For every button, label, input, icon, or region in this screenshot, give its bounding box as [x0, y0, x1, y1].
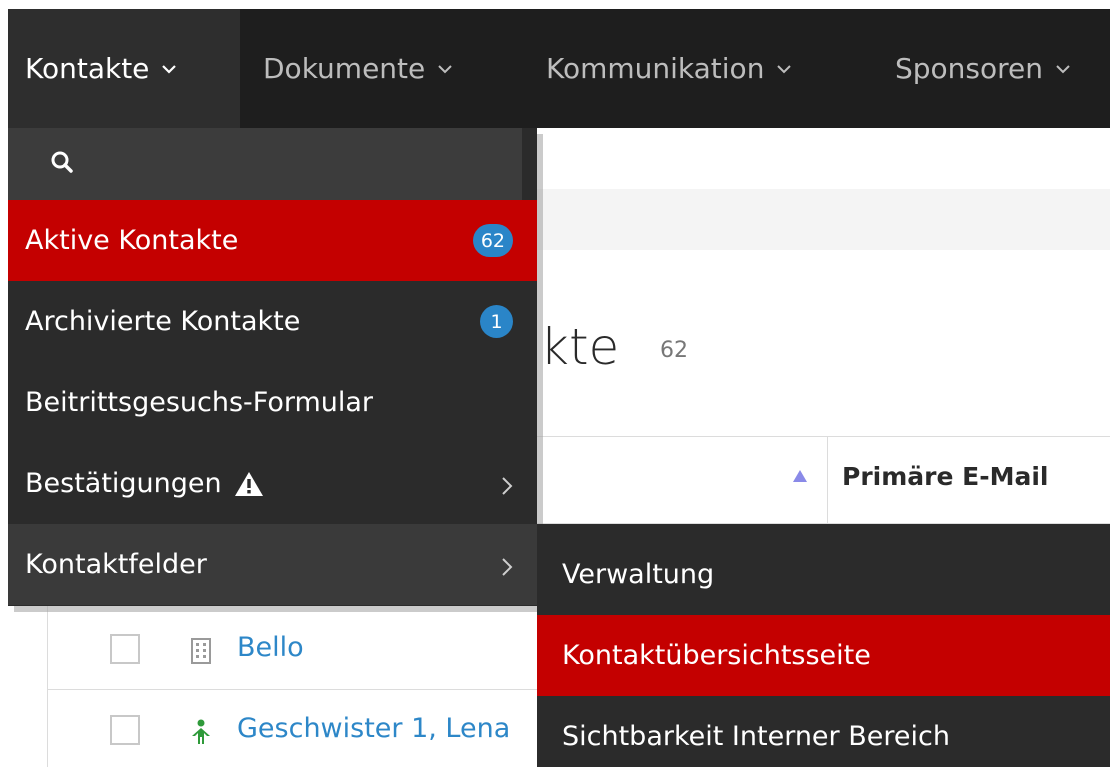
nav-item-label: Sponsoren — [895, 52, 1044, 85]
sort-asc-icon[interactable] — [793, 467, 807, 486]
menu-item-label: Aktive Kontakte — [25, 225, 239, 256]
chevron-down-icon — [161, 64, 177, 74]
menu-search-field[interactable] — [8, 128, 522, 200]
menu-item-beitrittsgesuchs-formular[interactable]: Beitrittsgesuchs-Formular — [8, 362, 537, 443]
table-row: Bello — [48, 610, 538, 690]
menu-scrollbar[interactable] — [522, 128, 537, 200]
submenu-item-label: Verwaltung — [562, 559, 715, 590]
chevron-right-icon — [501, 553, 513, 584]
menu-item-label: Bestätigungen — [25, 468, 222, 499]
column-header-email[interactable]: Primäre E-Mail — [842, 462, 1048, 491]
row-checkbox[interactable] — [110, 634, 140, 664]
menu-item-label: Kontaktfelder — [25, 549, 207, 580]
menu-item-label: Archivierte Kontakte — [25, 306, 301, 337]
nav-item-kontakte[interactable]: Kontakte — [8, 9, 240, 128]
contact-count: 62 — [660, 338, 688, 363]
nav-item-label: Dokumente — [263, 52, 426, 85]
menu-item-kontaktfelder[interactable]: Kontaktfelder — [8, 524, 537, 605]
nav-item-sponsoren[interactable]: Sponsoren — [895, 9, 1071, 128]
kontaktfelder-submenu: Verwaltung Kontaktübersichtsseite Sichtb… — [537, 524, 1110, 767]
count-badge: 62 — [472, 224, 513, 257]
menu-item-aktive-kontakte[interactable]: Aktive Kontakte 62 — [8, 200, 537, 281]
chevron-down-icon — [1055, 64, 1071, 74]
submenu-item-verwaltung[interactable]: Verwaltung — [537, 534, 1110, 615]
menu-item-bestaetigungen[interactable]: Bestätigungen — [8, 443, 537, 524]
breadcrumb-band — [537, 189, 1110, 250]
warning-icon — [234, 471, 264, 497]
contact-link[interactable]: Geschwister 1, Lena — [237, 713, 510, 744]
nav-item-dokumente[interactable]: Dokumente — [263, 9, 453, 128]
nav-item-kommunikation[interactable]: Kommunikation — [546, 9, 792, 128]
contact-link[interactable]: Bello — [237, 632, 304, 663]
person-icon — [190, 719, 212, 749]
chevron-down-icon — [776, 64, 792, 74]
nav-item-label: Kommunikation — [546, 52, 765, 85]
submenu-item-sichtbarkeit[interactable]: Sichtbarkeit Interner Bereich — [537, 696, 1110, 767]
menu-item-label: Beitrittsgesuchs-Formular — [25, 387, 374, 418]
nav-item-label: Kontakte — [25, 52, 150, 85]
submenu-item-label: Sichtbarkeit Interner Bereich — [562, 721, 950, 752]
menu-item-archivierte-kontakte[interactable]: Archivierte Kontakte 1 — [8, 281, 537, 362]
column-divider — [827, 436, 828, 524]
table-row: Geschwister 1, Lena — [48, 691, 538, 767]
submenu-item-kontaktuebersichtsseite[interactable]: Kontaktübersichtsseite — [537, 615, 1110, 696]
chevron-down-icon — [437, 64, 453, 74]
submenu-item-label: Kontaktübersichtsseite — [562, 640, 871, 671]
search-icon — [50, 150, 74, 178]
top-navigation: Kontakte Dokumente Kommunikation Sponsor… — [8, 9, 1110, 128]
building-icon — [190, 638, 212, 668]
kontakte-dropdown-menu: Aktive Kontakte 62 Archivierte Kontakte … — [8, 128, 537, 606]
page-title: kte — [540, 318, 620, 376]
chevron-right-icon — [501, 472, 513, 503]
row-checkbox[interactable] — [110, 715, 140, 745]
count-badge: 1 — [480, 305, 513, 338]
